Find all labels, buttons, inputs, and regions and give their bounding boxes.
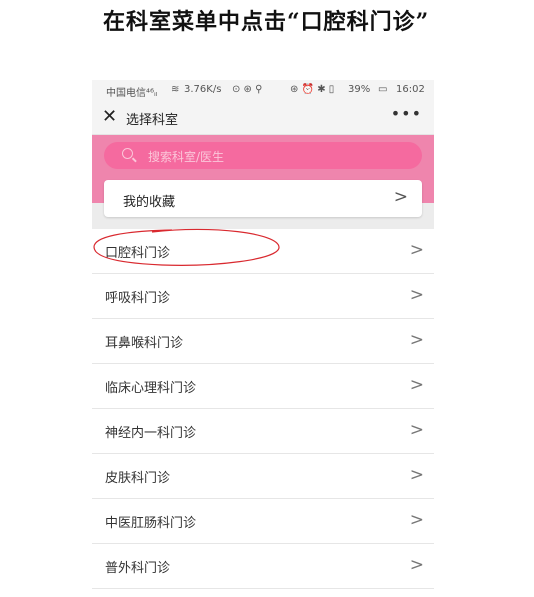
department-label: 皮肤科门诊 xyxy=(105,471,171,486)
department-label: 普外科门诊 xyxy=(105,561,171,576)
network-speed: 3.76K/s xyxy=(184,84,222,95)
chevron-right-icon: > xyxy=(409,555,424,575)
carrier-label: 中国电信⁴⁶ᵢₗ xyxy=(106,88,158,99)
department-label: 神经内一科门诊 xyxy=(105,426,197,441)
department-item[interactable]: 神经内一科门诊 > xyxy=(92,409,434,454)
system-icons: ⊛ ⏰ ✱ ▯ xyxy=(290,84,335,95)
department-label: 临床心理科门诊 xyxy=(105,381,197,396)
wifi-icon: ≋ xyxy=(171,84,180,95)
search-input[interactable]: 搜索科室/医生 xyxy=(148,148,224,165)
chevron-right-icon: > xyxy=(409,375,424,395)
department-item[interactable]: 耳鼻喉科门诊 > xyxy=(92,319,434,364)
more-icon[interactable]: ••• xyxy=(391,104,422,123)
status-bar: 中国电信⁴⁶ᵢₗ ≋ 3.76K/s ⊙ ⊛ ⚲ ⊛ ⏰ ✱ ▯ 39% ▭ 1… xyxy=(92,80,434,100)
department-label: 呼吸科门诊 xyxy=(105,291,171,306)
search-icon xyxy=(122,148,133,159)
department-item[interactable]: 普外科门诊 > xyxy=(92,544,434,589)
instruction-heading: 在科室菜单中点击“口腔科门诊” xyxy=(103,9,430,35)
department-list: 口腔科门诊 > 呼吸科门诊 > 耳鼻喉科门诊 > 临床心理科门诊 > 神经内一科门诊 > … xyxy=(92,229,434,589)
department-label: 耳鼻喉科门诊 xyxy=(105,336,184,351)
department-item[interactable]: 皮肤科门诊 > xyxy=(92,454,434,499)
notification-icons: ⊙ ⊛ ⚲ xyxy=(232,84,263,95)
page-title: 选择科室 xyxy=(126,113,179,128)
close-icon[interactable]: ✕ xyxy=(102,106,117,127)
chevron-right-icon: > xyxy=(409,465,424,485)
department-label: 口腔科门诊 xyxy=(105,246,171,261)
clock: 16:02 xyxy=(396,84,425,95)
battery-icon: ▭ xyxy=(378,84,388,95)
chevron-right-icon: > xyxy=(409,285,424,305)
title-bar: ✕ 选择科室 ••• xyxy=(92,100,434,135)
chevron-right-icon: > xyxy=(393,187,408,207)
favorites-item[interactable]: 我的收藏 > xyxy=(104,180,422,217)
department-item[interactable]: 中医肛肠科门诊 > xyxy=(92,499,434,544)
department-item[interactable]: 呼吸科门诊 > xyxy=(92,274,434,319)
department-item[interactable]: 临床心理科门诊 > xyxy=(92,364,434,409)
department-label: 中医肛肠科门诊 xyxy=(105,516,197,531)
chevron-right-icon: > xyxy=(409,420,424,440)
phone-screen: 中国电信⁴⁶ᵢₗ ≋ 3.76K/s ⊙ ⊛ ⚲ ⊛ ⏰ ✱ ▯ 39% ▭ 1… xyxy=(92,80,434,597)
chevron-right-icon: > xyxy=(409,240,424,260)
chevron-right-icon: > xyxy=(409,510,424,530)
battery-level: 39% xyxy=(348,84,371,95)
favorites-label: 我的收藏 xyxy=(123,195,176,210)
chevron-right-icon: > xyxy=(409,330,424,350)
department-item[interactable]: 口腔科门诊 > xyxy=(92,229,434,274)
search-bar[interactable]: 搜索科室/医生 xyxy=(104,142,422,169)
